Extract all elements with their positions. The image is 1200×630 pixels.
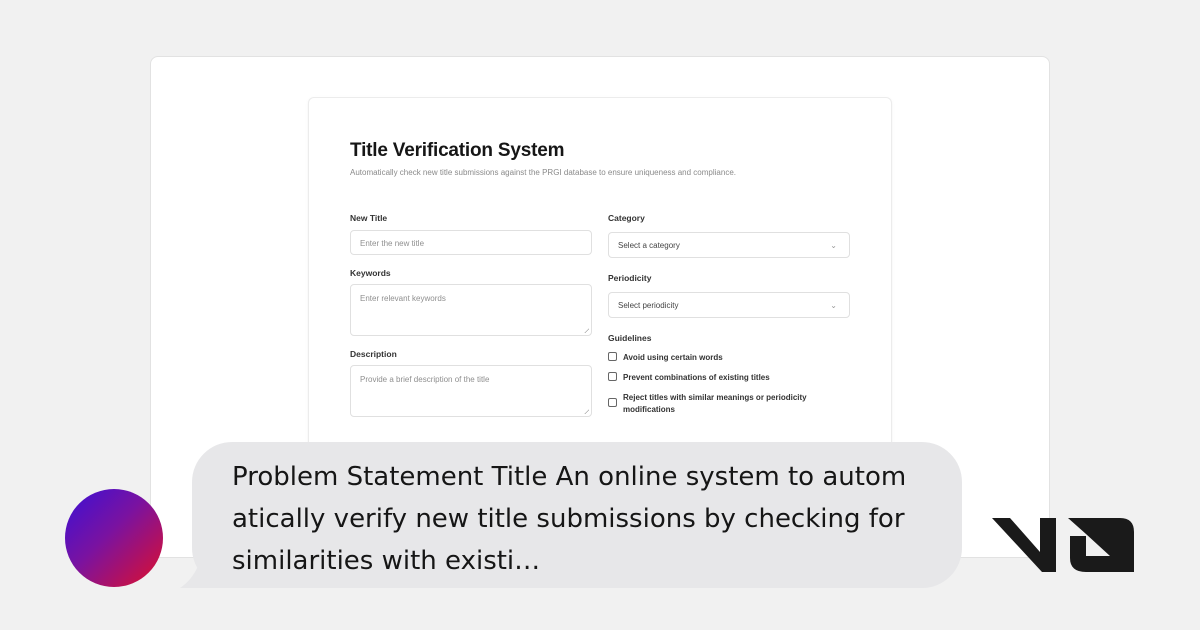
periodicity-value: Select periodicity: [618, 301, 679, 310]
resize-handle-icon[interactable]: [583, 408, 589, 414]
new-title-label: New Title: [350, 213, 388, 223]
category-value: Select a category: [618, 241, 680, 250]
guidelines-label: Guidelines: [608, 333, 652, 343]
new-title-placeholder: Enter the new title: [360, 239, 425, 248]
guideline-label: Prevent combinations of existing titles: [623, 373, 770, 382]
category-select[interactable]: Select a category ⌄: [608, 232, 850, 258]
description-label: Description: [350, 349, 397, 359]
page-subtitle: Automatically check new title submission…: [350, 168, 736, 177]
guideline-option-avoid-words[interactable]: Avoid using certain words: [608, 352, 843, 364]
page-title: Title Verification System: [350, 140, 565, 161]
periodicity-label: Periodicity: [608, 273, 652, 283]
description-placeholder: Provide a brief description of the title: [360, 375, 490, 384]
guideline-label: Reject titles with similar meanings or p…: [623, 393, 807, 414]
guideline-option-reject-similar[interactable]: Reject titles with similar meanings or p…: [608, 392, 843, 416]
keywords-label: Keywords: [350, 268, 391, 278]
resize-handle-icon[interactable]: [583, 327, 589, 333]
guideline-option-prevent-combinations[interactable]: Prevent combinations of existing titles: [608, 372, 843, 384]
keywords-textarea[interactable]: Enter relevant keywords: [350, 284, 592, 336]
keywords-placeholder: Enter relevant keywords: [360, 294, 446, 303]
guideline-checkbox[interactable]: [608, 352, 617, 361]
guideline-label: Avoid using certain words: [623, 353, 723, 362]
avatar: [65, 489, 163, 587]
chat-message: Problem Statement Title An online system…: [232, 462, 907, 576]
guideline-checkbox[interactable]: [608, 398, 617, 407]
chevron-down-icon: ⌄: [830, 301, 837, 310]
description-textarea[interactable]: Provide a brief description of the title: [350, 365, 592, 417]
periodicity-select[interactable]: Select periodicity ⌄: [608, 292, 850, 318]
category-label: Category: [608, 213, 645, 223]
v0-logo-icon: [992, 518, 1134, 572]
chevron-down-icon: ⌄: [830, 241, 837, 250]
guideline-checkbox[interactable]: [608, 372, 617, 381]
new-title-input[interactable]: Enter the new title: [350, 230, 592, 255]
